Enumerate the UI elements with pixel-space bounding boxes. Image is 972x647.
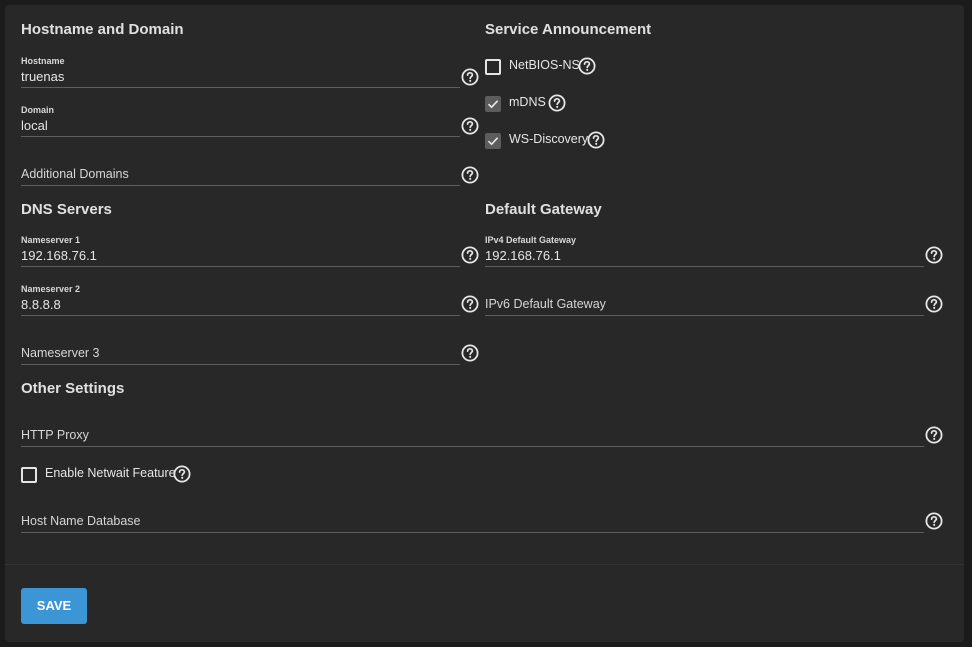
- http-proxy-field[interactable]: HTTP Proxy: [21, 416, 924, 447]
- mdns-label: mDNS: [509, 95, 546, 109]
- ipv4-gateway-label: IPv4 Default Gateway: [485, 235, 577, 245]
- help-circle-icon[interactable]: [173, 465, 191, 483]
- help-circle-icon[interactable]: [925, 512, 943, 530]
- checkmark-icon: [487, 100, 499, 109]
- nameserver2-value[interactable]: 8.8.8.8: [21, 297, 61, 312]
- actions-divider: [5, 564, 964, 565]
- help-circle-icon[interactable]: [578, 57, 596, 75]
- ipv6-gateway-field[interactable]: IPv6 Default Gateway: [485, 285, 924, 316]
- domain-field[interactable]: Domain local: [21, 105, 460, 137]
- ipv6-gateway-placeholder: IPv6 Default Gateway: [485, 297, 606, 311]
- help-circle-icon[interactable]: [587, 131, 605, 149]
- network-settings-card: Hostname and Domain Service Announcement…: [5, 5, 964, 642]
- netbios-checkbox[interactable]: [485, 59, 501, 75]
- netbios-label: NetBIOS-NS: [509, 58, 580, 72]
- ipv4-gateway-value[interactable]: 192.168.76.1: [485, 248, 561, 263]
- nameserver1-label: Nameserver 1: [21, 235, 81, 245]
- help-circle-icon[interactable]: [925, 295, 943, 313]
- nameserver2-field[interactable]: Nameserver 2 8.8.8.8: [21, 284, 460, 316]
- section-title-other-settings: Other Settings: [21, 380, 125, 397]
- http-proxy-placeholder: HTTP Proxy: [21, 428, 89, 442]
- section-title-dns-servers: DNS Servers: [21, 201, 112, 218]
- additional-domains-field[interactable]: Additional Domains: [21, 155, 460, 186]
- section-title-service-announcement: Service Announcement: [485, 21, 652, 38]
- help-circle-icon[interactable]: [925, 246, 943, 264]
- ipv4-gateway-field[interactable]: IPv4 Default Gateway 192.168.76.1: [485, 235, 924, 267]
- help-circle-icon[interactable]: [461, 166, 479, 184]
- help-circle-icon[interactable]: [461, 295, 479, 313]
- additional-domains-placeholder: Additional Domains: [21, 167, 129, 181]
- help-circle-icon[interactable]: [461, 117, 479, 135]
- mdns-checkbox[interactable]: [485, 96, 501, 112]
- netwait-label: Enable Netwait Feature: [45, 466, 176, 480]
- nameserver1-value[interactable]: 192.168.76.1: [21, 248, 97, 263]
- section-title-hostname-domain: Hostname and Domain: [21, 21, 184, 38]
- nameserver1-field[interactable]: Nameserver 1 192.168.76.1: [21, 235, 460, 267]
- host-name-database-placeholder: Host Name Database: [21, 514, 141, 528]
- help-circle-icon[interactable]: [461, 246, 479, 264]
- wsd-checkbox[interactable]: [485, 133, 501, 149]
- help-circle-icon[interactable]: [461, 344, 479, 362]
- nameserver3-field[interactable]: Nameserver 3: [21, 334, 460, 365]
- section-title-default-gateway: Default Gateway: [485, 201, 602, 218]
- nameserver2-label: Nameserver 2: [21, 284, 81, 294]
- netwait-checkbox[interactable]: [21, 467, 37, 483]
- host-name-database-field[interactable]: Host Name Database: [21, 502, 924, 533]
- help-circle-icon[interactable]: [925, 426, 943, 444]
- domain-label: Domain: [21, 105, 55, 115]
- hostname-label: Hostname: [21, 56, 65, 66]
- nameserver3-placeholder: Nameserver 3: [21, 346, 100, 360]
- save-button[interactable]: SAVE: [21, 588, 87, 624]
- hostname-value[interactable]: truenas: [21, 69, 64, 84]
- hostname-field[interactable]: Hostname truenas: [21, 56, 460, 88]
- wsd-label: WS-Discovery: [509, 132, 589, 146]
- domain-value[interactable]: local: [21, 118, 48, 133]
- help-circle-icon[interactable]: [548, 94, 566, 112]
- checkmark-icon: [487, 137, 499, 146]
- help-circle-icon[interactable]: [461, 68, 479, 86]
